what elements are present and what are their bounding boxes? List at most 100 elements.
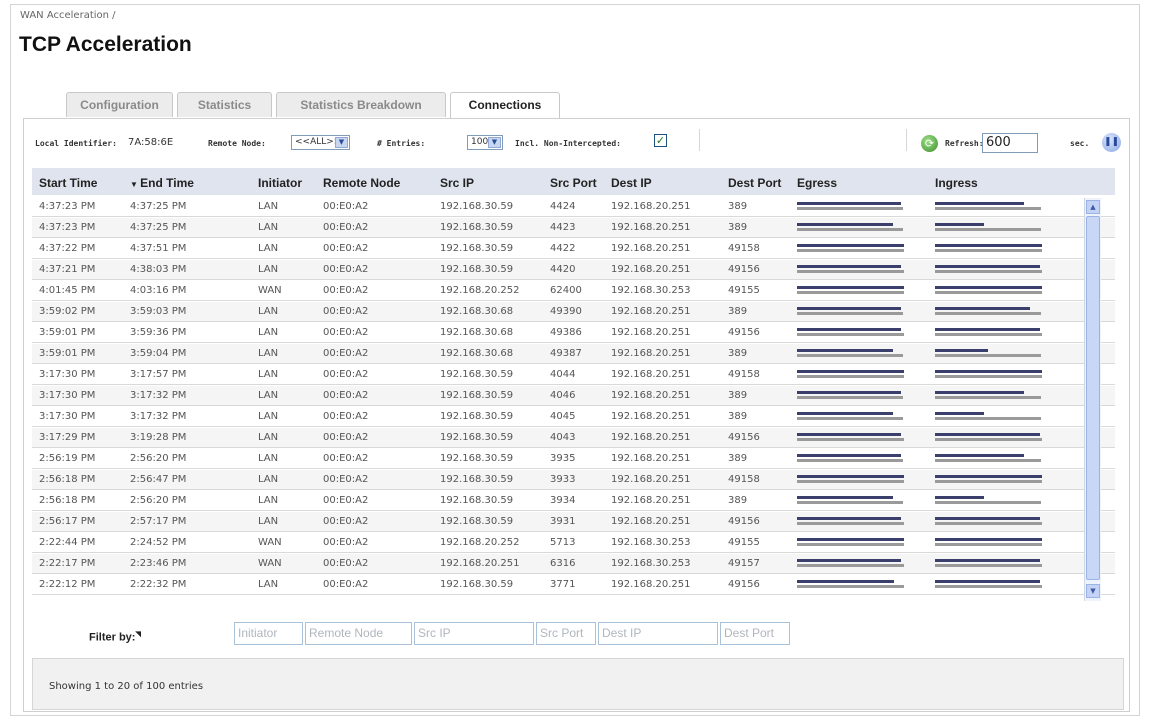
egress-bar [797,302,905,322]
egress-bar-primary [797,454,901,457]
table-row[interactable]: 4:37:21 PM 4:38:03 PM LAN 00:E0:A2 192.168.3… [32,260,1115,280]
egress-bar-primary [797,412,893,415]
egress-bar-secondary [797,522,904,525]
ingress-bar-secondary [935,270,1042,273]
column-header-remote-node[interactable]: Remote Node [323,176,400,190]
ingress-bar [935,512,1043,532]
cell-src-ip: 192.168.20.251 [440,558,520,569]
table-row[interactable]: 3:59:02 PM 3:59:03 PM LAN 00:E0:A2 192.168.3… [32,302,1115,322]
table-row[interactable]: 2:56:17 PM 2:57:17 PM LAN 00:E0:A2 192.168.3… [32,512,1115,532]
egress-bar [797,533,905,553]
ingress-bar-secondary [935,291,1042,294]
ingress-bar [935,554,1043,574]
tab-configuration[interactable]: Configuration [66,92,173,117]
table-row[interactable]: 4:37:22 PM 4:37:51 PM LAN 00:E0:A2 192.168.3… [32,239,1115,259]
column-header-egress[interactable]: Egress [797,176,837,190]
cell-remote-node: 00:E0:A2 [323,411,369,422]
column-header-initiator[interactable]: Initiator [258,176,302,190]
table-row[interactable]: 2:22:44 PM 2:24:52 PM WAN 00:E0:A2 192.168.2… [32,533,1115,553]
ingress-bar [935,449,1043,469]
cell-end-time: 3:59:03 PM [130,306,187,317]
cell-remote-node: 00:E0:A2 [323,579,369,590]
tab-connections[interactable]: Connections [450,92,560,119]
cell-src-ip: 192.168.30.59 [440,432,514,443]
tab-statistics[interactable]: Statistics [177,92,272,117]
chevron-down-icon: ▼ [335,137,348,148]
cell-remote-node: 00:E0:A2 [323,264,369,275]
table-row[interactable]: 4:37:23 PM 4:37:25 PM LAN 00:E0:A2 192.168.3… [32,218,1115,238]
cell-end-time: 4:03:16 PM [130,285,187,296]
ingress-bar-secondary [935,459,1041,462]
column-header-src-ip[interactable]: Src IP [440,176,474,190]
filter-src-port-input[interactable]: Src Port [536,622,596,645]
cell-initiator: LAN [258,369,279,380]
column-header-dest-port[interactable]: Dest Port [728,176,781,190]
cell-start-time: 2:22:17 PM [39,558,96,569]
refresh-icon[interactable]: ⟳ [921,135,938,152]
cell-dest-ip: 192.168.20.251 [611,390,691,401]
toolbar-divider [906,129,907,151]
non-intercepted-checkbox[interactable]: ✓ [654,134,667,147]
cell-initiator: LAN [258,516,279,527]
table-row[interactable]: 3:17:30 PM 3:17:32 PM LAN 00:E0:A2 192.168.3… [32,386,1115,406]
table-row[interactable]: 3:59:01 PM 3:59:36 PM LAN 00:E0:A2 192.168.3… [32,323,1115,343]
refresh-interval-input[interactable]: 600 [982,133,1038,153]
local-identifier-label: Local Identifier: [35,139,117,148]
egress-bar [797,281,905,301]
entries-select[interactable]: 100 ▼ [467,135,503,150]
egress-bar-secondary [797,228,903,231]
column-header-dest-ip[interactable]: Dest IP [611,176,652,190]
table-row[interactable]: 2:22:12 PM 2:22:32 PM LAN 00:E0:A2 192.168.3… [32,575,1115,595]
cell-start-time: 2:56:17 PM [39,516,96,527]
table-row[interactable]: 3:59:01 PM 3:59:04 PM LAN 00:E0:A2 192.168.3… [32,344,1115,364]
cell-dest-port: 49156 [728,264,760,275]
filter-remote-node-input[interactable]: Remote Node [305,622,412,645]
ingress-bar-secondary [935,501,1041,504]
cell-initiator: LAN [258,495,279,506]
column-header-end-time[interactable]: ▼ End Time [130,176,194,190]
cell-dest-port: 389 [728,348,748,359]
cell-src-port: 3931 [550,516,576,527]
column-header-src-port[interactable]: Src Port [550,176,597,190]
column-header-end-time-label: End Time [140,176,194,190]
ingress-bar [935,428,1043,448]
filter-dest-port-input[interactable]: Dest Port [720,622,790,645]
scroll-down-icon[interactable]: ▼ [1086,584,1100,598]
table-row[interactable]: 2:56:18 PM 2:56:20 PM LAN 00:E0:A2 192.168.3… [32,491,1115,511]
connections-panel: Local Identifier: 7A:58:6E Remote Node: … [23,118,1130,712]
scroll-up-icon[interactable]: ▲ [1086,200,1100,214]
ingress-bar-secondary [935,417,1041,420]
cell-end-time: 3:17:32 PM [130,390,187,401]
table-row[interactable]: 2:56:19 PM 2:56:20 PM LAN 00:E0:A2 192.168.3… [32,449,1115,469]
column-header-ingress[interactable]: Ingress [935,176,978,190]
table-row[interactable]: 2:22:17 PM 2:23:46 PM WAN 00:E0:A2 192.168.2… [32,554,1115,574]
tab-statistics-breakdown[interactable]: Statistics Breakdown [276,92,446,117]
table-row[interactable]: 4:01:45 PM 4:03:16 PM WAN 00:E0:A2 192.168.2… [32,281,1115,301]
remote-node-select[interactable]: <<ALL>> ▼ [291,135,350,150]
filter-initiator-input[interactable]: Initiator [234,622,303,645]
cell-end-time: 3:59:36 PM [130,327,187,338]
egress-bar-secondary [797,291,904,294]
refresh-label: Refresh: [945,139,984,148]
table-row[interactable]: 3:17:29 PM 3:19:28 PM LAN 00:E0:A2 192.168.3… [32,428,1115,448]
local-identifier-value: 7A:58:6E [128,137,174,148]
scrollbar-thumb[interactable] [1086,216,1100,580]
table-row[interactable]: 4:37:23 PM 4:37:25 PM LAN 00:E0:A2 192.168.3… [32,197,1115,217]
table-row[interactable]: 3:17:30 PM 3:17:32 PM LAN 00:E0:A2 192.168.3… [32,407,1115,427]
egress-bar-secondary [797,312,903,315]
column-header-start-time[interactable]: Start Time [39,176,97,190]
cell-start-time: 2:22:44 PM [39,537,96,548]
breadcrumb[interactable]: WAN Acceleration / [20,10,116,21]
pause-icon[interactable]: ❚❚ [1102,133,1121,152]
cell-start-time: 3:17:30 PM [39,411,96,422]
table-row[interactable]: 2:56:18 PM 2:56:47 PM LAN 00:E0:A2 192.168.3… [32,470,1115,490]
ingress-bar-primary [935,202,1024,205]
table-scrollbar[interactable]: ▲ ▼ [1084,198,1101,601]
cell-end-time: 3:17:32 PM [130,411,187,422]
cell-src-ip: 192.168.30.68 [440,348,514,359]
filter-src-ip-input[interactable]: Src IP [414,622,534,645]
table-row[interactable]: 3:17:30 PM 3:17:57 PM LAN 00:E0:A2 192.168.3… [32,365,1115,385]
filter-dest-ip-input[interactable]: Dest IP [598,622,718,645]
egress-bar [797,386,905,406]
cell-end-time: 4:37:51 PM [130,243,187,254]
